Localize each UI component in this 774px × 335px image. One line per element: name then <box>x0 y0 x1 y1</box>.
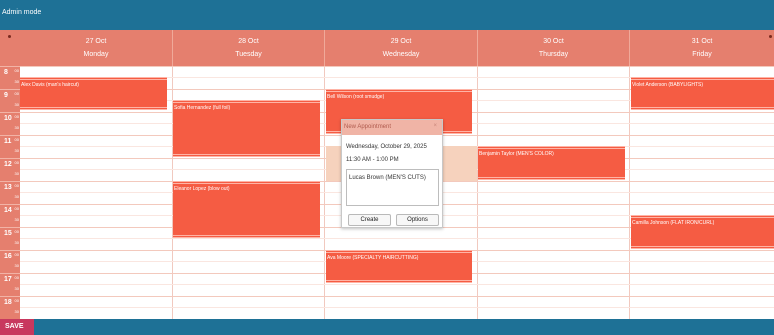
day-weekday: Monday <box>83 51 109 58</box>
minute-label: 00 <box>14 137 19 142</box>
top-bar: Admin mode <box>0 0 774 30</box>
day-header-tuesday: 28 Oct Tuesday <box>173 30 325 66</box>
new-appointment-dialog: New Appointment × Wednesday, October 29,… <box>341 119 443 228</box>
client-service-field[interactable]: Lucas Brown (MEN'S CUTS) <box>346 169 439 206</box>
hour-line <box>20 66 774 67</box>
hour-row: 16 00 30 <box>0 250 20 273</box>
half-hour-line <box>20 307 774 308</box>
hour-row: 8 00 30 <box>0 66 20 89</box>
minute-label: 30 <box>14 217 19 222</box>
hour-label: 17 <box>4 276 12 283</box>
dot-icon <box>8 35 11 38</box>
hour-row: 18 00 30 <box>0 296 20 319</box>
minute-label: 00 <box>14 298 19 303</box>
dot-icon <box>769 35 772 38</box>
hour-row: 12 00 30 <box>0 158 20 181</box>
minute-label: 30 <box>14 240 19 245</box>
hour-row: 9 00 30 <box>0 89 20 112</box>
hour-label: 18 <box>4 299 12 306</box>
minute-label: 30 <box>14 309 19 314</box>
footer-bar: SAVE <box>0 319 774 335</box>
hour-label: 14 <box>4 207 12 214</box>
event-label: Eleanor Lopez (blow out) <box>174 186 230 192</box>
minute-label: 30 <box>14 148 19 153</box>
hour-row: 14 00 30 <box>0 204 20 227</box>
dialog-header: New Appointment × <box>342 120 442 135</box>
hour-label: 11 <box>4 138 12 145</box>
hour-row: 15 00 30 <box>0 227 20 250</box>
hour-label: 8 <box>4 69 8 76</box>
event-label: Alex Davis (man's haircut) <box>21 82 79 88</box>
minute-label: 00 <box>14 68 19 73</box>
appointment-event[interactable]: Sofia Hernandez (full foil) <box>173 100 320 157</box>
hour-label: 10 <box>4 115 12 122</box>
minute-label: 30 <box>14 171 19 176</box>
day-weekday: Thursday <box>538 51 569 58</box>
appointment-date: Wednesday, October 29, 2025 <box>346 144 427 150</box>
appointment-event[interactable]: Violet Anderson (BABYLIGHTS) <box>631 77 774 110</box>
day-date: 27 Oct <box>85 38 107 45</box>
day-header-friday: 31 Oct Friday <box>630 30 774 66</box>
hour-label: 13 <box>4 184 12 191</box>
hour-row: 11 00 30 <box>0 135 20 158</box>
minute-label: 30 <box>14 125 19 130</box>
time-gutter: 8 00 30 9 00 30 10 00 30 11 00 30 12 00 30 13 00 30 … <box>0 66 20 319</box>
day-header-thursday: 30 Oct Thursday <box>478 30 630 66</box>
minute-label: 30 <box>14 79 19 84</box>
event-label: Benjamin Taylor (MEN'S COLOR) <box>479 151 554 157</box>
appointment-event[interactable]: Eleanor Lopez (blow out) <box>173 181 320 238</box>
options-button[interactable]: Options <box>396 214 439 226</box>
day-date: 29 Oct <box>390 38 412 45</box>
save-button[interactable]: SAVE <box>0 319 34 335</box>
appointment-event[interactable]: Benjamin Taylor (MEN'S COLOR) <box>478 146 625 180</box>
minute-label: 30 <box>14 194 19 199</box>
day-header-monday: 27 Oct Monday <box>20 30 173 66</box>
day-date: 30 Oct <box>543 38 564 45</box>
day-header-wednesday: 29 Oct Wednesday <box>325 30 478 66</box>
close-icon[interactable]: × <box>433 123 437 129</box>
minute-label: 30 <box>14 263 19 268</box>
event-label: Camilla Johnson (FLAT IRON/CURL) <box>632 220 715 226</box>
event-label: Bell Wilson (root smudge) <box>327 94 385 100</box>
event-label: Sofia Hernandez (full foil) <box>174 105 231 111</box>
minute-label: 00 <box>14 183 19 188</box>
minute-label: 00 <box>14 229 19 234</box>
hour-line <box>20 296 774 297</box>
hour-label: 9 <box>4 92 8 99</box>
minute-label: 00 <box>14 160 19 165</box>
create-button[interactable]: Create <box>348 214 391 226</box>
hour-label: 12 <box>4 161 12 168</box>
minute-label: 00 <box>14 275 19 280</box>
event-label: Ava Moore (SPECIALTY HAIRCUTTING) <box>327 255 419 261</box>
day-date: 28 Oct <box>238 38 259 45</box>
day-weekday: Wednesday <box>382 51 420 58</box>
day-weekday: Tuesday <box>235 51 262 58</box>
event-label: Violet Anderson (BABYLIGHTS) <box>632 82 704 88</box>
dialog-title: New Appointment <box>344 124 392 130</box>
minute-label: 30 <box>14 102 19 107</box>
hour-label: 16 <box>4 253 12 260</box>
appointment-event[interactable]: Ava Moore (SPECIALTY HAIRCUTTING) <box>326 250 472 283</box>
minute-label: 00 <box>14 114 19 119</box>
appointment-event[interactable]: Alex Davis (man's haircut) <box>20 77 167 110</box>
minute-label: 30 <box>14 286 19 291</box>
hour-row: 13 00 30 <box>0 181 20 204</box>
day-weekday: Friday <box>692 51 712 58</box>
minute-label: 00 <box>14 91 19 96</box>
hour-label: 15 <box>4 230 12 237</box>
appointment-event[interactable]: Camilla Johnson (FLAT IRON/CURL) <box>631 215 774 249</box>
hour-row: 10 00 30 <box>0 112 20 135</box>
half-hour-line <box>20 284 774 285</box>
minute-label: 00 <box>14 252 19 257</box>
calendar-corner <box>0 30 20 66</box>
minute-label: 00 <box>14 206 19 211</box>
appointment-time: 11:30 AM - 1:00 PM <box>346 157 399 163</box>
day-date: 31 Oct <box>691 38 713 45</box>
hour-row: 17 00 30 <box>0 273 20 296</box>
app-mode-title: Admin mode <box>2 9 42 16</box>
